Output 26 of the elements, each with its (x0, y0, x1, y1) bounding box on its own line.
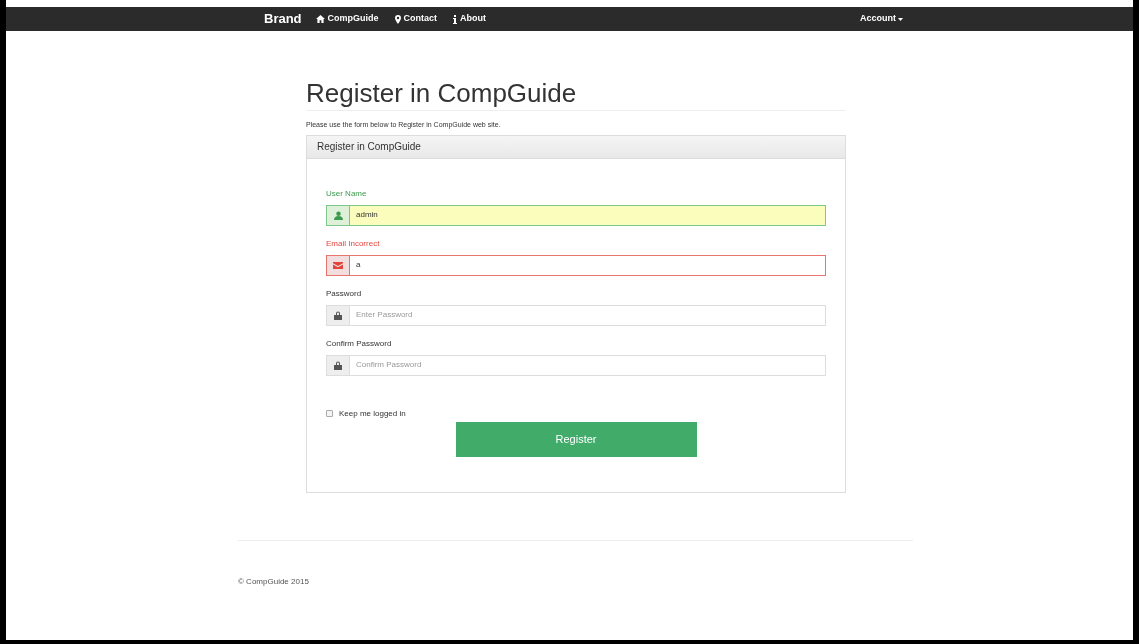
home-icon (315, 15, 325, 23)
envelope-icon (333, 261, 343, 269)
footer-text: © CompGuide 2015 (238, 575, 310, 588)
map-pin-icon (394, 14, 401, 24)
input-field[interactable]: Enter Password (350, 304, 826, 326)
panel-heading: Register in CompGuide (307, 135, 845, 159)
checkbox-label: Keep me logged in (339, 407, 406, 420)
field-label: Confirm Password (326, 338, 393, 349)
input-field[interactable]: Confirm Password (350, 354, 826, 376)
lock-icon (334, 310, 342, 320)
field-label: Email Incorrect (326, 238, 381, 249)
input-field[interactable]: a (350, 254, 826, 276)
nav-link[interactable]: About (453, 12, 487, 26)
nav-link[interactable]: CompGuide (315, 12, 379, 26)
account-menu[interactable]: Account (860, 12, 903, 26)
checkbox[interactable] (326, 410, 333, 417)
page-title: Register in CompGuide (306, 78, 578, 108)
input-field[interactable]: admin (350, 204, 826, 226)
user-icon (333, 210, 343, 220)
field-label: Password (326, 288, 363, 299)
info-icon (453, 14, 458, 24)
brand-link[interactable]: Brand (264, 9, 302, 29)
nav-link[interactable]: Contact (394, 12, 438, 26)
lock-icon (334, 360, 342, 370)
field-label: User Name (326, 188, 368, 199)
caret-icon (898, 17, 903, 21)
